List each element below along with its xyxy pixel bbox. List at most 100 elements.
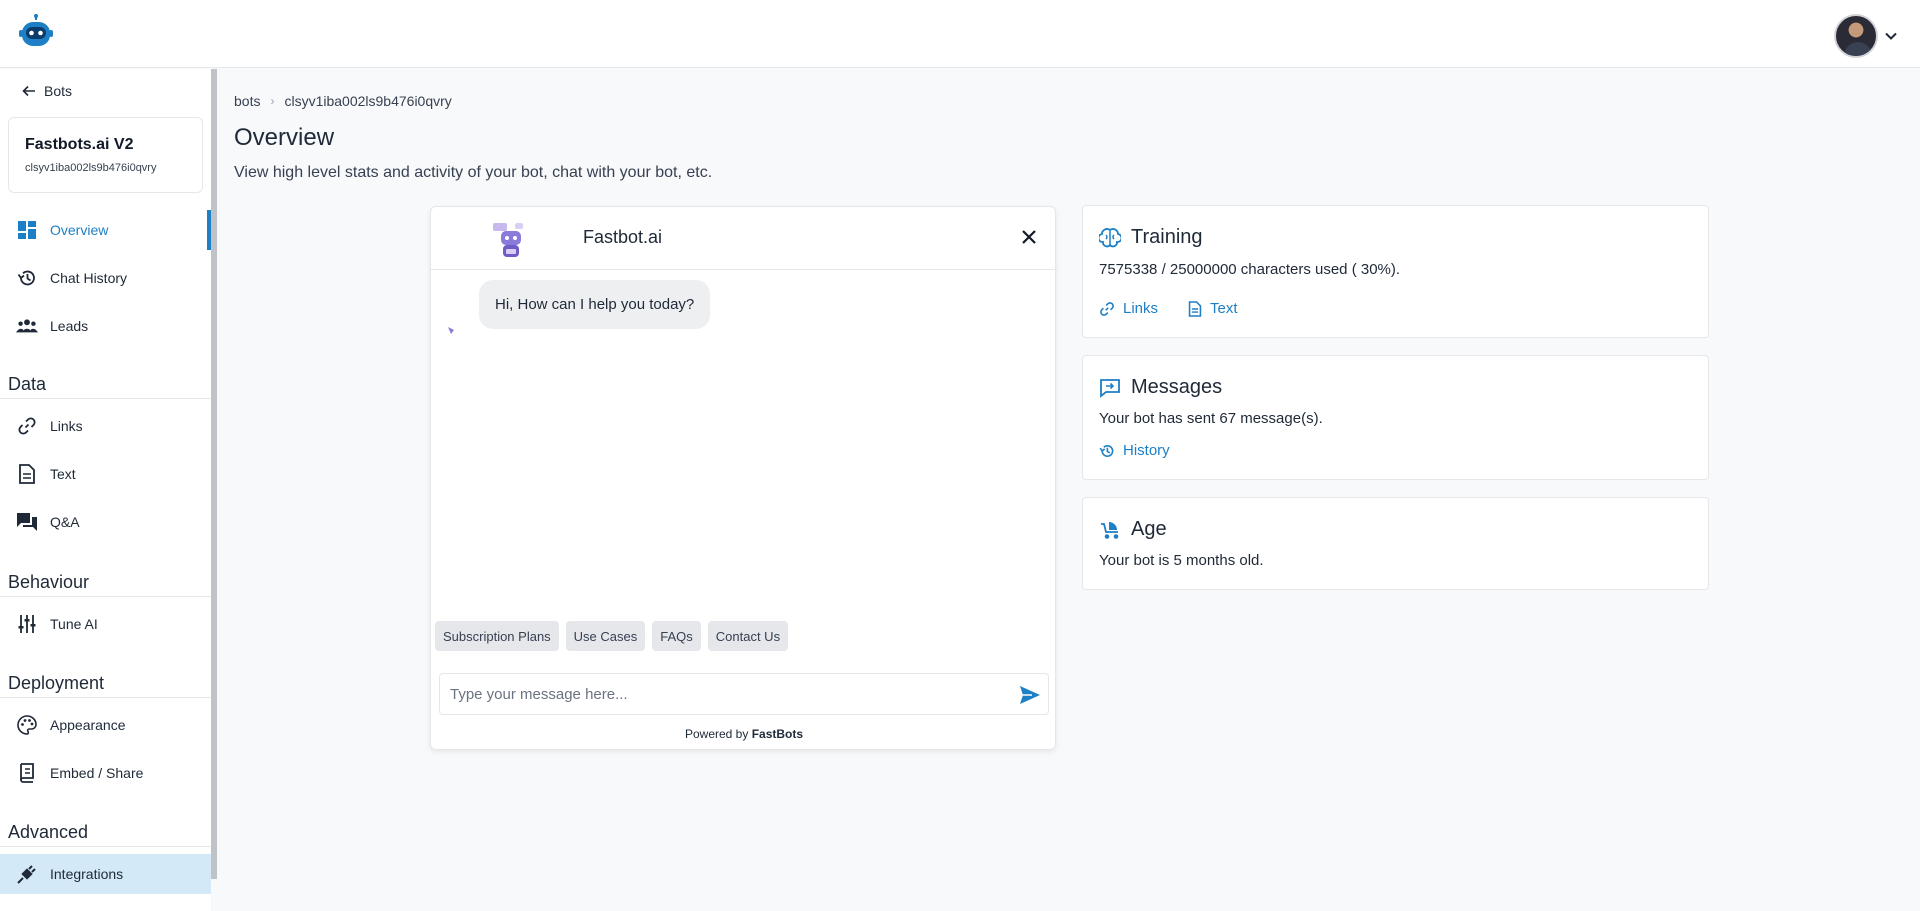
bot-avatar-icon: [493, 223, 523, 257]
stroller-icon: [1101, 521, 1119, 539]
sidebar-item-chat-history[interactable]: Chat History: [0, 258, 211, 298]
age-header: Age: [1099, 518, 1167, 541]
bot-info-card: Fastbots.ai V2 clsyv1iba002ls9b476i0qvry: [8, 117, 203, 193]
chat-header: Fastbot.ai: [431, 207, 1057, 270]
document-icon: [1188, 300, 1202, 317]
people-icon: [16, 315, 38, 337]
chip-subscription-plans[interactable]: Subscription Plans: [435, 621, 559, 651]
back-to-bots-link[interactable]: Bots: [22, 83, 72, 99]
send-icon[interactable]: [1018, 683, 1042, 707]
messages-count-text: Your bot has sent 67 message(s).: [1099, 410, 1323, 427]
history-icon: [16, 267, 38, 289]
chevron-right-icon: ›: [270, 94, 275, 108]
page-title: Overview: [234, 124, 335, 151]
chip-use-cases[interactable]: Use Cases: [565, 621, 646, 651]
messages-history-label: History: [1123, 442, 1170, 459]
quick-reply-chips: Subscription Plans Use Cases FAQs Contac…: [435, 621, 789, 651]
sidebar-item-embed-share[interactable]: Embed / Share: [0, 753, 211, 793]
divider: [0, 846, 211, 847]
message-icon: [1100, 378, 1120, 398]
history-icon: [1099, 444, 1114, 457]
sidebar-item-text[interactable]: Text: [0, 454, 211, 494]
sidebar-item-label: Tune AI: [50, 616, 98, 632]
plug-icon: [16, 863, 38, 885]
chat-message-input[interactable]: [450, 674, 1010, 714]
training-header: Training: [1099, 226, 1203, 249]
sidebar-item-label: Overview: [50, 222, 109, 238]
messages-title: Messages: [1131, 376, 1223, 398]
section-title-behaviour: Behaviour: [8, 572, 90, 592]
chat-title: Fastbot.ai: [583, 227, 663, 247]
link-icon: [16, 415, 38, 437]
divider: [0, 398, 211, 399]
training-links: Links Text: [1099, 300, 1238, 317]
messages-history-link[interactable]: History: [1099, 442, 1170, 459]
messages-card: Messages Your bot has sent 67 message(s)…: [1082, 355, 1709, 480]
training-usage: 7575338 / 25000000 characters used ( 30%…: [1099, 261, 1401, 278]
sidebar-item-label: Q&A: [50, 514, 80, 530]
close-icon[interactable]: [1019, 227, 1039, 247]
section-title-deployment: Deployment: [8, 673, 105, 693]
sidebar-item-label: Appearance: [50, 717, 126, 733]
sliders-icon: [16, 613, 38, 635]
section-title-data: Data: [8, 374, 47, 394]
user-menu[interactable]: [1834, 14, 1898, 58]
bot-mini-avatar-icon: [448, 327, 454, 334]
messages-links: History: [1099, 442, 1170, 459]
sidebar-item-tune-ai[interactable]: Tune AI: [0, 604, 211, 644]
chat-widget: Fastbot.ai Hi, How can I help you today?…: [430, 206, 1057, 750]
training-links-label: Links: [1123, 300, 1159, 317]
sidebar: Bots Fastbots.ai V2 clsyv1iba002ls9b476i…: [0, 69, 211, 911]
sidebar-item-label: Links: [50, 418, 83, 434]
sidebar-scrollbar[interactable]: [211, 69, 217, 879]
age-card: Age Your bot is 5 months old.: [1082, 497, 1709, 590]
powered-prefix: Powered by: [684, 727, 749, 741]
sidebar-item-label: Embed / Share: [50, 765, 144, 781]
bot-name: Fastbots.ai V2: [25, 136, 134, 153]
training-card: Training 7575338 / 25000000 characters u…: [1082, 205, 1709, 338]
sidebar-item-leads[interactable]: Leads: [0, 306, 211, 346]
messages-header: Messages: [1099, 376, 1222, 399]
divider: [0, 596, 211, 597]
arrow-left-icon: [22, 85, 35, 97]
forum-icon: [16, 511, 38, 533]
section-title-advanced: Advanced: [8, 822, 89, 842]
sidebar-item-integrations[interactable]: Integrations: [0, 854, 211, 894]
training-links-link[interactable]: Links: [1099, 300, 1158, 317]
page-subtitle: View high level stats and activity of yo…: [234, 164, 713, 181]
age-title: Age: [1131, 518, 1167, 540]
robot-logo-icon[interactable]: [18, 14, 54, 50]
bot-message-bubble: Hi, How can I help you today?: [479, 280, 711, 329]
age-text: Your bot is 5 months old.: [1099, 552, 1264, 569]
chevron-down-icon[interactable]: [1884, 29, 1898, 43]
training-title: Training: [1131, 226, 1203, 248]
chip-contact-us[interactable]: Contact Us: [707, 621, 789, 651]
palette-icon: [16, 714, 38, 736]
sidebar-item-qa[interactable]: Q&A: [0, 502, 211, 542]
powered-brand-link[interactable]: FastBots: [752, 727, 803, 741]
back-label: Bots: [44, 83, 73, 99]
sidebar-item-label: Chat History: [50, 270, 128, 286]
sidebar-item-label: Integrations: [50, 866, 124, 882]
chat-input-box: [439, 673, 1049, 715]
sidebar-item-label: Text: [50, 466, 76, 482]
sidebar-item-overview[interactable]: Overview: [0, 210, 211, 250]
brain-icon: [1099, 227, 1121, 247]
breadcrumb-root-link[interactable]: bots: [234, 93, 260, 109]
sidebar-item-label: Leads: [50, 318, 89, 334]
training-text-link[interactable]: Text: [1188, 300, 1238, 317]
sidebar-item-links[interactable]: Links: [0, 406, 211, 446]
breadcrumb-current: clsyv1iba002ls9b476i0qvry: [284, 93, 452, 109]
link-icon: [1100, 301, 1114, 316]
chip-faqs[interactable]: FAQs: [652, 621, 701, 651]
embed-icon: [16, 762, 38, 784]
training-text-label: Text: [1210, 300, 1238, 317]
document-icon: [16, 463, 38, 485]
bot-id: clsyv1iba002ls9b476i0qvry: [25, 162, 157, 174]
sidebar-item-appearance[interactable]: Appearance: [0, 705, 211, 745]
bot-message-text: Hi, How can I help you today?: [495, 296, 695, 313]
powered-by: Powered by FastBots: [431, 727, 1057, 741]
dashboard-icon: [16, 219, 38, 241]
avatar[interactable]: [1834, 14, 1878, 58]
divider: [0, 697, 211, 698]
